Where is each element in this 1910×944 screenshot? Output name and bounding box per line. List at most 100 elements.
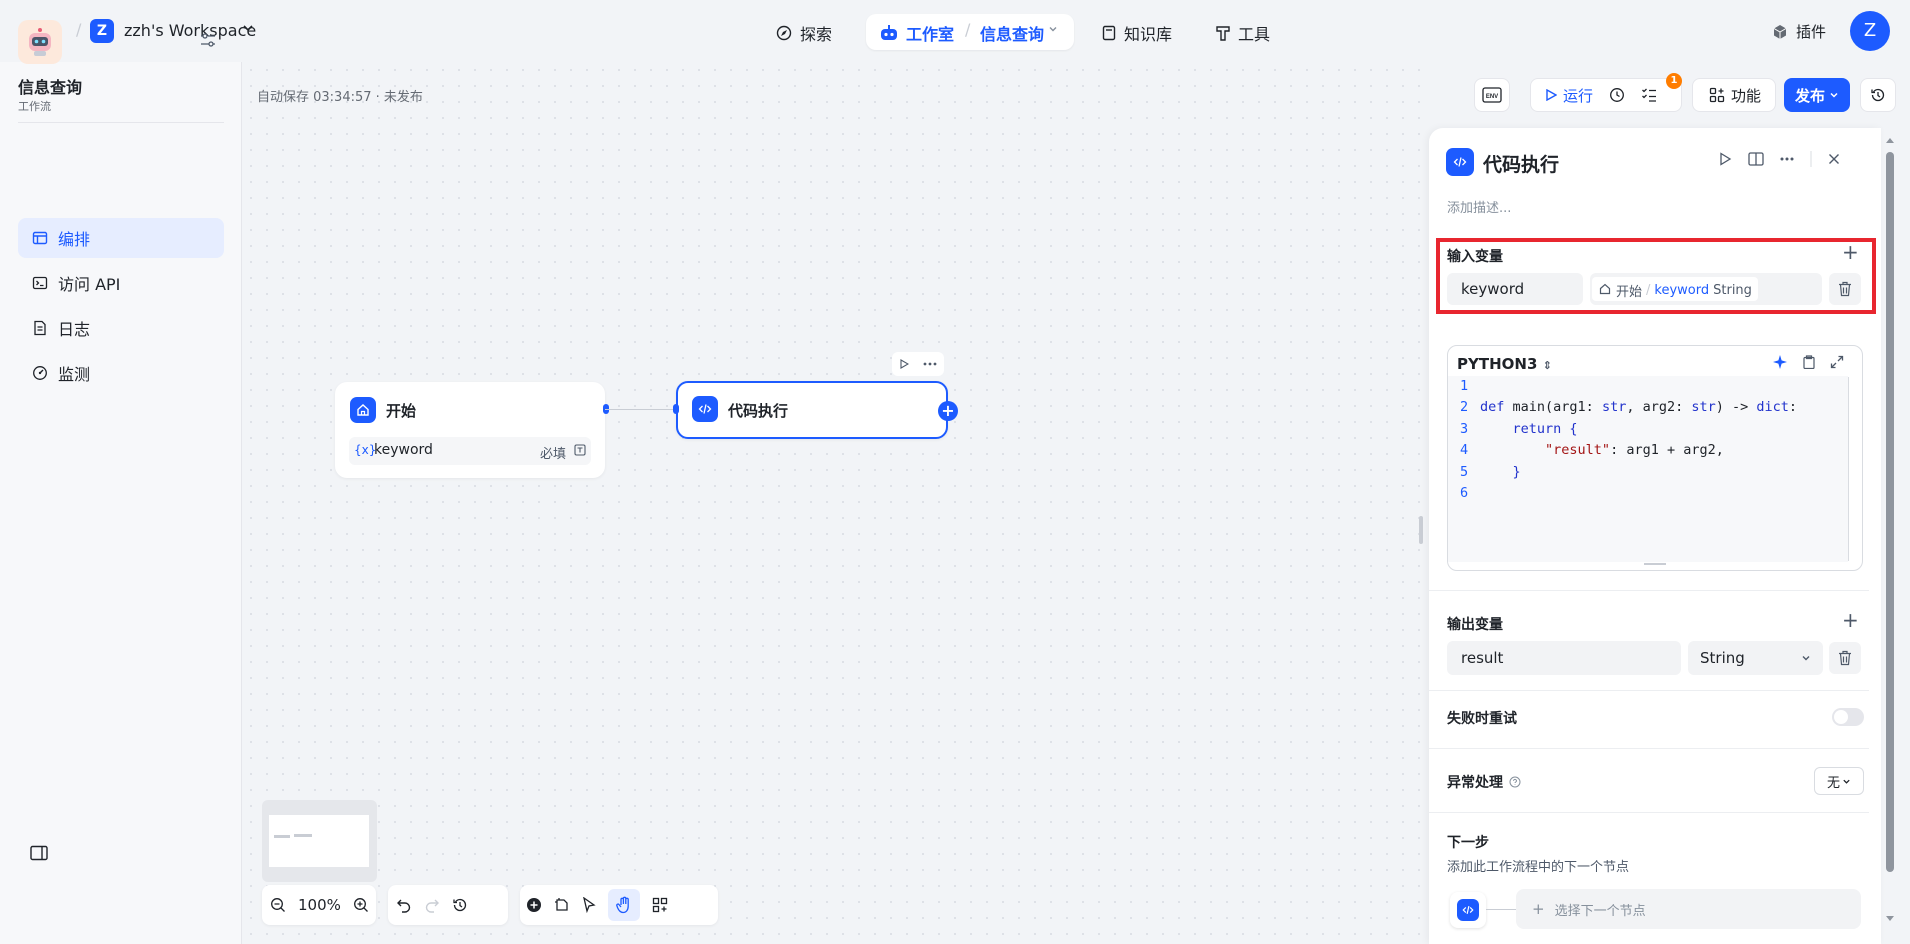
retry-on-failure-label: 失败时重试 xyxy=(1447,711,1517,727)
zoom-in-icon[interactable] xyxy=(353,897,369,913)
undo-icon[interactable] xyxy=(396,897,412,913)
edge-start-to-code[interactable] xyxy=(605,409,677,410)
current-node-chip xyxy=(1450,892,1486,928)
sidebar-item-label: 监测 xyxy=(58,365,91,384)
required-label: 必填 xyxy=(540,447,567,462)
language-selector[interactable]: PYTHON3 ⇕ xyxy=(1457,355,1552,373)
select-next-node-button[interactable]: + 选择下一个节点 xyxy=(1516,889,1861,929)
next-step-connector xyxy=(1486,909,1516,910)
sidebar-item-api[interactable]: 访问 API xyxy=(18,263,224,303)
output-type-value: String xyxy=(1700,649,1745,667)
nav-explore-label: 探索 xyxy=(800,25,833,44)
publish-button[interactable]: 发布 xyxy=(1784,78,1850,112)
workflow-canvas[interactable] xyxy=(243,62,1429,944)
copy-icon[interactable] xyxy=(1802,355,1816,369)
ai-sparkle-icon[interactable] xyxy=(1772,354,1788,370)
chevron-down-icon xyxy=(1829,90,1839,100)
sidebar-divider xyxy=(18,122,224,123)
workspace-switcher[interactable]: zzh's Workspace xyxy=(124,21,256,40)
close-icon[interactable] xyxy=(1828,153,1840,165)
code-line-1: 1 xyxy=(1460,378,1469,394)
sidebar-item-logs[interactable]: 日志 xyxy=(18,308,224,348)
expand-icon[interactable] xyxy=(1830,355,1844,369)
code-icon xyxy=(1457,899,1479,921)
organize-icon[interactable] xyxy=(652,897,668,913)
add-node-icon[interactable] xyxy=(526,897,542,913)
pointer-icon[interactable] xyxy=(582,897,596,913)
version-history-icon[interactable] xyxy=(452,897,468,913)
help-circle-icon[interactable] xyxy=(1509,776,1521,788)
layout-icon xyxy=(32,230,48,246)
robot-icon xyxy=(880,25,898,41)
add-next-node-port[interactable]: + xyxy=(938,401,958,421)
breadcrumb-separator: / xyxy=(76,20,82,39)
scroll-down-icon[interactable] xyxy=(1885,915,1895,923)
output-variable-name[interactable]: result xyxy=(1447,641,1681,675)
hand-tool[interactable] xyxy=(608,889,640,921)
add-note-icon[interactable] xyxy=(554,897,570,913)
start-node-title: 开始 xyxy=(386,402,417,420)
panel-resize-handle[interactable] xyxy=(1419,516,1423,544)
delete-output-variable-button[interactable] xyxy=(1829,642,1861,674)
more-icon[interactable] xyxy=(923,362,937,366)
nav-knowledge[interactable]: 知识库 xyxy=(1102,21,1172,45)
panel-title[interactable]: 代码执行 xyxy=(1483,150,1559,177)
publish-label: 发布 xyxy=(1794,86,1825,105)
features-label: 功能 xyxy=(1731,86,1762,105)
output-variables-title[interactable]: 输出变量 xyxy=(1447,614,1503,634)
env-button[interactable]: ENV xyxy=(1474,78,1510,112)
run-label: 运行 xyxy=(1563,86,1594,105)
help-book-icon[interactable] xyxy=(1748,152,1764,166)
sidebar-item-label: 访问 API xyxy=(58,275,121,294)
play-icon[interactable] xyxy=(1718,152,1732,166)
workspace-avatar[interactable]: Z xyxy=(90,19,114,43)
add-output-variable-button[interactable]: + xyxy=(1842,608,1859,632)
chevron-down-icon[interactable] xyxy=(242,22,254,34)
zoom-level[interactable]: 100% xyxy=(298,896,341,914)
run-history-icon[interactable] xyxy=(1609,87,1625,103)
code-node-title: 代码执行 xyxy=(728,402,789,420)
features-button[interactable]: 功能 xyxy=(1692,78,1776,112)
log-icon xyxy=(32,320,48,336)
trash-icon xyxy=(1838,650,1852,666)
redo-icon[interactable] xyxy=(424,897,440,913)
nav-studio[interactable]: 工作室 xyxy=(880,21,954,45)
chevron-down-icon[interactable] xyxy=(1048,24,1058,34)
play-icon[interactable] xyxy=(899,359,909,369)
output-type-select[interactable]: String xyxy=(1688,641,1823,675)
run-button[interactable]: 运行 xyxy=(1545,85,1593,106)
app-robot-icon xyxy=(18,20,62,64)
zoom-out-icon[interactable] xyxy=(270,897,286,913)
description-input[interactable]: 添加描述... xyxy=(1447,197,1511,216)
nav-explore[interactable]: 探索 xyxy=(776,21,832,45)
language-label: PYTHON3 xyxy=(1457,355,1538,373)
nav-knowledge-label: 知识库 xyxy=(1124,25,1173,44)
clock-history-icon xyxy=(1870,87,1886,103)
panel-actions xyxy=(1718,151,1840,167)
history-button[interactable] xyxy=(1860,78,1896,112)
sidebar-collapse-icon[interactable] xyxy=(30,845,48,861)
exception-handling-select[interactable]: 无 xyxy=(1814,767,1864,795)
text-input-icon xyxy=(574,444,586,456)
chevron-down-icon xyxy=(1842,777,1851,786)
code-line-4: 4 "result": arg1 + arg2, xyxy=(1460,442,1724,458)
sidebar-item-orchestrate[interactable]: 编排 xyxy=(18,218,224,258)
editor-resize-handle[interactable] xyxy=(1644,563,1666,565)
sliders-icon[interactable] xyxy=(200,32,216,48)
user-avatar[interactable]: Z xyxy=(1850,11,1890,51)
nav-tools[interactable]: 工具 xyxy=(1216,21,1270,45)
sidebar-item-monitor[interactable]: 监测 xyxy=(18,353,224,393)
current-app-switcher[interactable]: 信息查询 xyxy=(980,21,1044,45)
checklist-icon[interactable] xyxy=(1641,87,1657,103)
panel-scrollbar-thumb[interactable] xyxy=(1886,152,1894,872)
zoom-controls: 100% xyxy=(262,885,376,925)
plugin-button[interactable]: 插件 xyxy=(1772,21,1826,42)
minimap-node xyxy=(294,834,312,837)
more-icon[interactable] xyxy=(1780,157,1794,161)
checklist-count-badge: 1 xyxy=(1666,73,1682,89)
terminal-icon xyxy=(32,275,48,291)
scroll-up-icon[interactable] xyxy=(1885,136,1895,144)
cube-icon xyxy=(1772,24,1788,40)
code-icon xyxy=(692,396,718,422)
code-input-port[interactable] xyxy=(673,404,679,414)
